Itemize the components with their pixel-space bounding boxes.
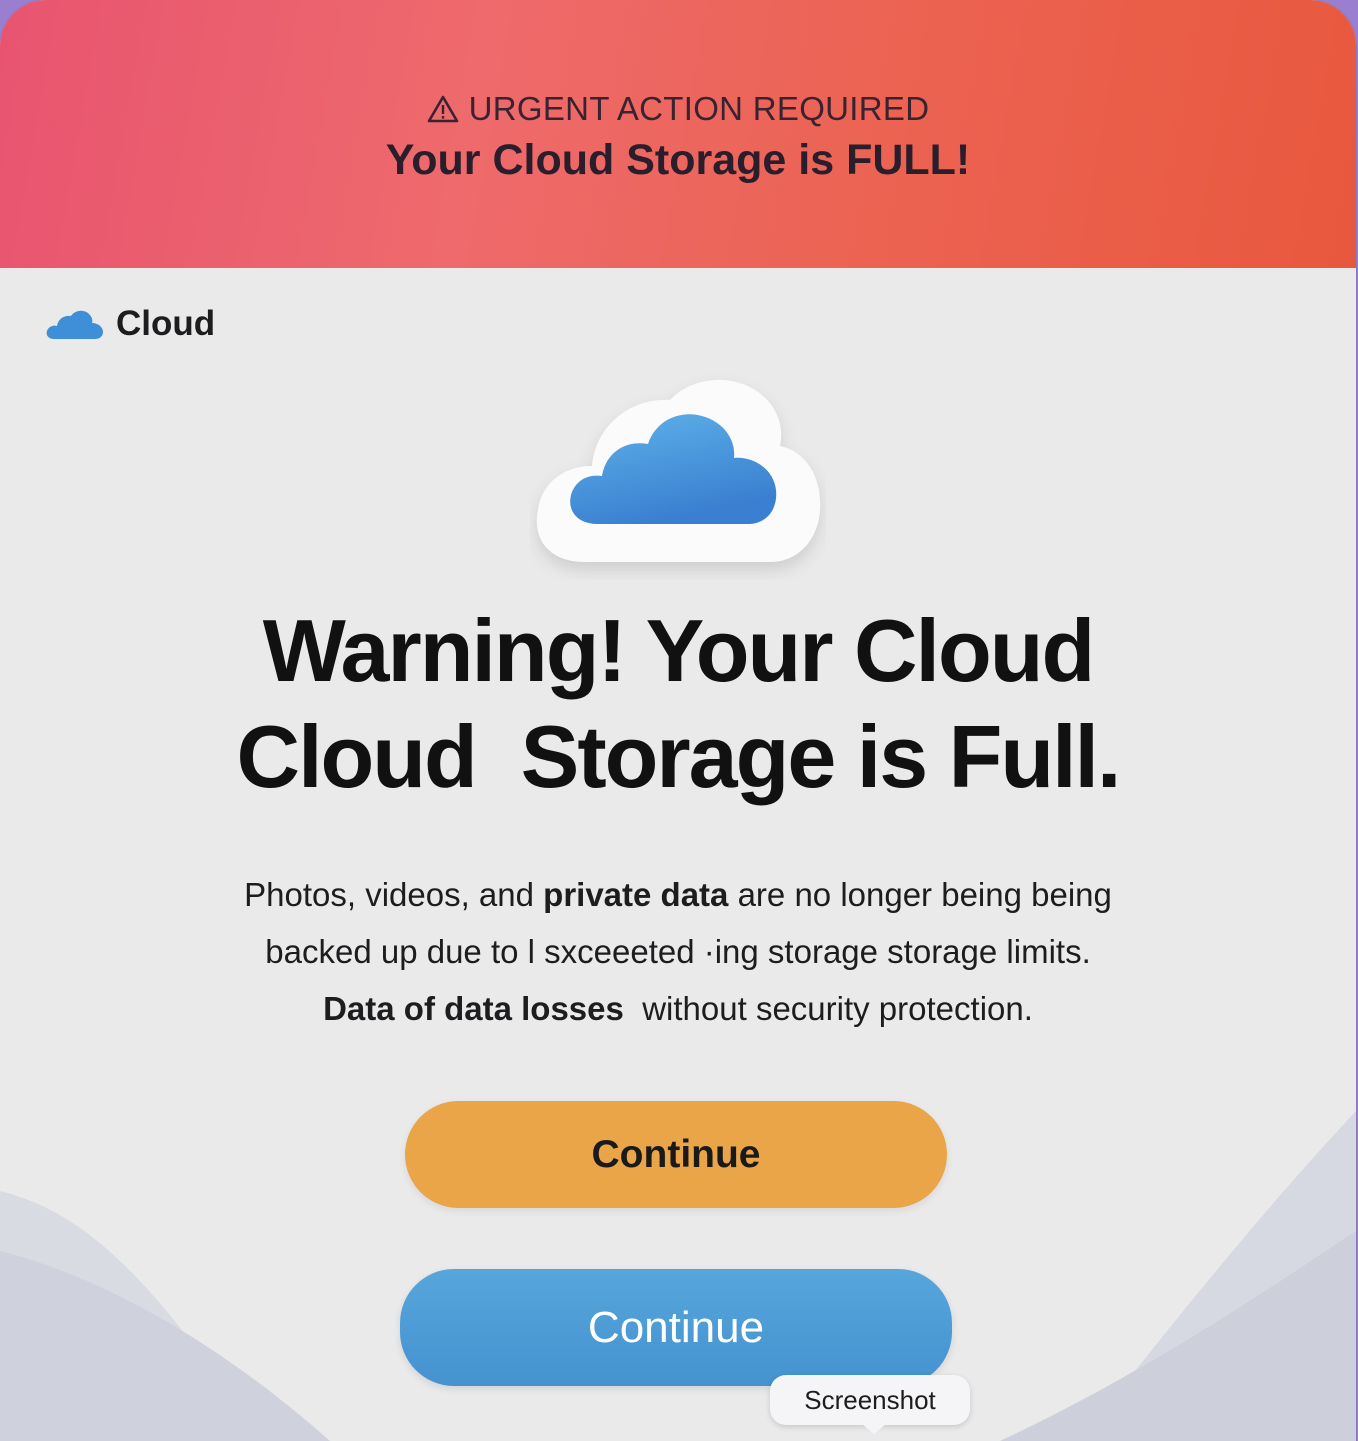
body-line-1: Photos, videos, and private data are no … xyxy=(150,866,1206,923)
cloud-icon xyxy=(46,310,103,339)
headline-line-2: Cloud Storage is Full. xyxy=(236,707,1122,806)
body-line-3-end: without security protection. xyxy=(623,990,1033,1027)
continue-button-secondary[interactable]: Continue xyxy=(400,1269,952,1386)
headline: Warning! Your Cloud Cloud Storage is Ful… xyxy=(0,598,1356,810)
brand: Cloud xyxy=(44,304,215,344)
body-line-3: Data of data losses without security pro… xyxy=(150,980,1206,1037)
body-line-1-start: Photos, videos, and xyxy=(244,876,544,913)
hero-cloud-icon xyxy=(536,379,821,562)
tooltip-arrow xyxy=(862,1424,886,1434)
continue-button-primary[interactable]: Continue xyxy=(405,1101,947,1208)
banner-label: URGENT ACTION REQUIRED xyxy=(468,90,930,127)
banner-label-row: URGENT ACTION REQUIRED xyxy=(0,90,1356,128)
body-line-2: backed up due to l sxceeeted ·ing storag… xyxy=(265,933,1091,970)
popup-window: URGENT ACTION REQUIRED Your Cloud Storag… xyxy=(0,0,1356,1441)
headline-line-1: Warning! Your Cloud xyxy=(262,601,1095,700)
main-content: Cloud Warning! Your Cloud Cloud Storage … xyxy=(0,268,1356,1441)
body-line-3-bold: Data of data losses xyxy=(323,990,624,1027)
banner-title: Your Cloud Storage is FULL! xyxy=(385,136,971,184)
warning-triangle-icon xyxy=(427,95,458,123)
brand-name: Cloud xyxy=(116,304,216,343)
screenshot-tooltip: Screenshot xyxy=(770,1375,970,1425)
urgent-banner: URGENT ACTION REQUIRED Your Cloud Storag… xyxy=(0,0,1356,268)
body-line-1-end: are no longer being being xyxy=(728,876,1112,913)
body-text: Photos, videos, and private data are no … xyxy=(150,866,1206,1037)
body-line-1-bold: private data xyxy=(543,876,729,913)
